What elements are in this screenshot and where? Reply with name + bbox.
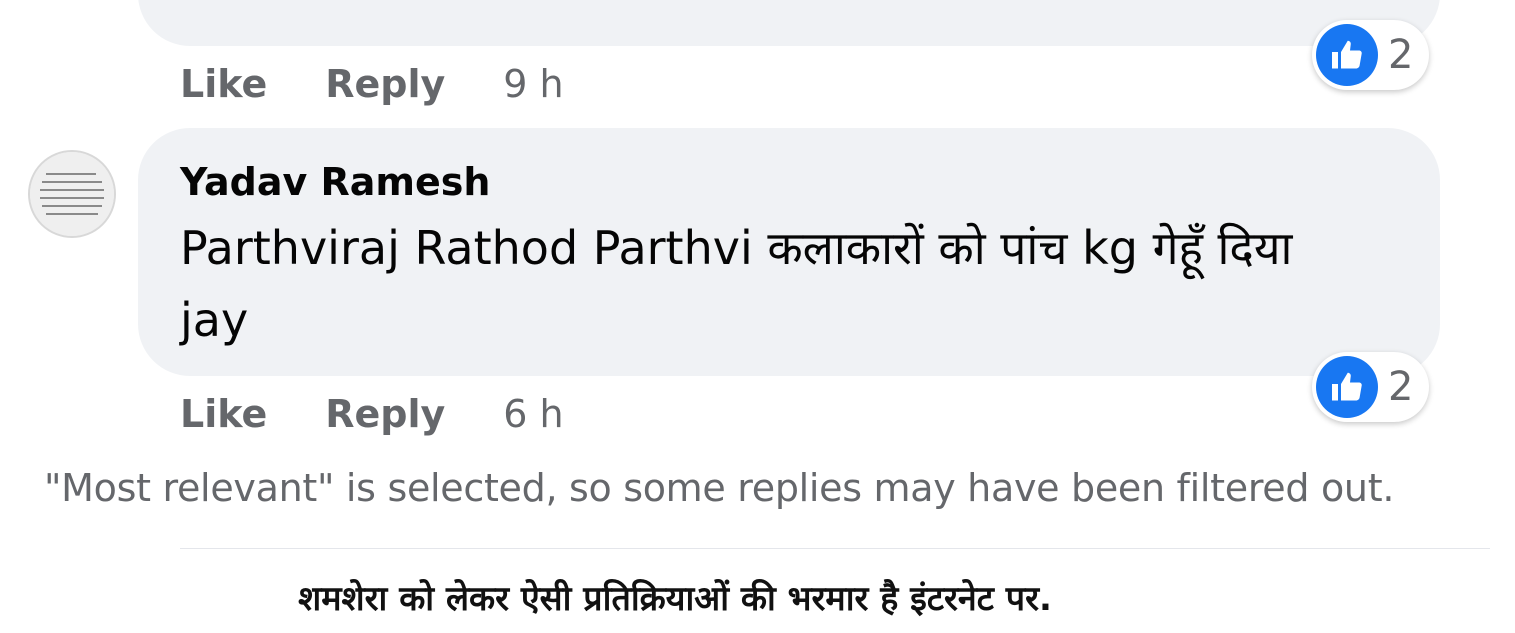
- comment-reactions[interactable]: 2: [1312, 352, 1430, 422]
- previous-comment-bubble: [138, 0, 1440, 46]
- avatar[interactable]: [28, 150, 116, 238]
- thumbs-up-icon: [1316, 356, 1378, 418]
- comment-text: Parthviraj Rathod Parthvi कलाकारों को पा…: [180, 221, 1293, 347]
- reaction-count: 2: [1388, 32, 1414, 78]
- comment-timestamp[interactable]: 9 h: [503, 62, 563, 106]
- reply-button[interactable]: Reply: [325, 392, 445, 436]
- thumbs-up-icon: [1316, 24, 1378, 86]
- filter-notice: "Most relevant" is selected, so some rep…: [44, 466, 1395, 510]
- like-button[interactable]: Like: [180, 62, 267, 106]
- comments-screenshot: 2 Like Reply 9 h Yadav Ramesh Parthviraj…: [0, 0, 1515, 633]
- comment-author[interactable]: Yadav Ramesh: [180, 160, 490, 204]
- comment-actions: Like Reply 6 h: [180, 392, 564, 436]
- comment-timestamp[interactable]: 6 h: [503, 392, 563, 436]
- previous-comment-reactions[interactable]: 2: [1312, 20, 1430, 90]
- divider: [180, 548, 1490, 549]
- image-caption: शमशेरा को लेकर ऐसी प्रतिक्रियाओं की भरमा…: [298, 579, 1052, 619]
- reaction-count: 2: [1388, 364, 1414, 410]
- like-button[interactable]: Like: [180, 392, 267, 436]
- previous-comment-actions: Like Reply 9 h: [180, 62, 564, 106]
- reply-button[interactable]: Reply: [325, 62, 445, 106]
